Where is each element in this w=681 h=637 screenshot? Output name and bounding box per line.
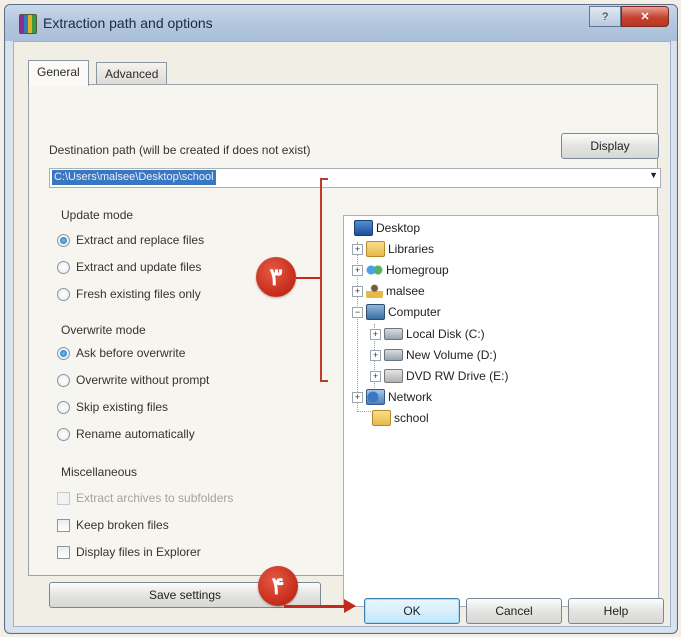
user-folder-icon [366, 284, 383, 298]
checkbox-label: Extract archives to subfolders [76, 491, 234, 505]
folder-icon [372, 410, 391, 426]
extraction-dialog: Extraction path and options ? ✕ General … [4, 4, 678, 634]
tree-node-label: malsee [386, 284, 425, 298]
network-icon [366, 389, 385, 405]
tree-node-label: school [394, 411, 429, 425]
radio-label: Skip existing files [76, 400, 169, 414]
radio-label: Overwrite without prompt [76, 373, 210, 387]
checkbox-icon[interactable] [57, 491, 70, 505]
expand-icon[interactable]: + [352, 264, 363, 276]
tree-node-dvd-drive-e[interactable]: + DVD RW Drive (E:) [370, 366, 508, 386]
checkbox-display-explorer[interactable]: Display files in Explorer [57, 542, 201, 562]
tree-node-label: Computer [388, 305, 441, 319]
expand-icon[interactable]: + [352, 391, 363, 403]
close-window-button[interactable]: ✕ [621, 6, 669, 27]
expand-icon[interactable]: + [370, 328, 381, 340]
checkbox-keep-broken[interactable]: Keep broken files [57, 515, 169, 535]
homegroup-icon [366, 263, 383, 277]
computer-icon [366, 304, 385, 320]
title-bar[interactable]: Extraction path and options ? ✕ [5, 5, 677, 41]
tree-node-local-disk-c[interactable]: + Local Disk (C:) [370, 324, 485, 344]
window-controls: ? ✕ [589, 6, 669, 27]
tree-node-label: DVD RW Drive (E:) [406, 369, 509, 383]
libraries-icon [366, 241, 385, 257]
annotation-bracket [320, 178, 328, 382]
tree-node-label: Local Disk (C:) [406, 327, 485, 341]
radio-icon[interactable] [57, 373, 70, 387]
radio-label: Rename automatically [76, 427, 195, 441]
tree-node-school[interactable]: school [372, 408, 429, 428]
checkbox-extract-subfolders[interactable]: Extract archives to subfolders [57, 488, 233, 508]
disk-icon [384, 328, 403, 340]
checkbox-label: Keep broken files [76, 518, 169, 532]
window-title: Extraction path and options [43, 15, 213, 31]
tree-node-label: Libraries [388, 242, 435, 256]
destination-path-combo[interactable]: C:\Users\malsee\Desktop\school ▼ [49, 168, 661, 188]
collapse-icon[interactable]: − [352, 306, 363, 318]
radio-extract-update[interactable]: Extract and update files [57, 257, 201, 277]
radio-rename-automatically[interactable]: Rename automatically [57, 424, 195, 444]
cancel-button[interactable]: Cancel [466, 598, 562, 624]
general-panel: Destination path (will be created if doe… [28, 84, 661, 608]
tree-node-label: Homegroup [386, 263, 449, 277]
radio-icon[interactable] [57, 427, 70, 441]
tree-node-label: Desktop [376, 221, 421, 235]
expand-icon[interactable]: + [370, 370, 381, 382]
callout-arrow-line [284, 605, 346, 608]
disk-icon [384, 349, 403, 361]
miscellaneous-label: Miscellaneous [61, 465, 138, 479]
expand-icon[interactable]: + [352, 243, 363, 255]
overwrite-mode-label: Overwrite mode [61, 323, 146, 337]
update-mode-label: Update mode [61, 208, 134, 222]
radio-label: Ask before overwrite [76, 346, 186, 360]
checkbox-icon[interactable] [57, 518, 70, 532]
expand-icon[interactable]: + [352, 285, 363, 297]
arrow-right-icon [344, 599, 356, 613]
radio-label: Extract and replace files [76, 233, 205, 247]
radio-fresh-existing[interactable]: Fresh existing files only [57, 284, 201, 304]
callout-badge-4: ۴ [258, 566, 298, 606]
ok-button[interactable]: OK [364, 598, 460, 624]
help-window-button[interactable]: ? [589, 6, 621, 27]
destination-path-value[interactable]: C:\Users\malsee\Desktop\school [52, 170, 216, 185]
tree-node-new-volume-d[interactable]: + New Volume (D:) [370, 345, 497, 365]
help-button[interactable]: Help [568, 598, 664, 624]
radio-extract-replace[interactable]: Extract and replace files [57, 230, 204, 250]
radio-overwrite-without-prompt[interactable]: Overwrite without prompt [57, 370, 209, 390]
radio-label: Fresh existing files only [76, 287, 201, 301]
callout-badge-3: ۳ [256, 257, 296, 297]
tree-node-homegroup[interactable]: + Homegroup [352, 260, 449, 280]
tree-node-computer[interactable]: − Computer [352, 302, 441, 322]
tree-line [357, 411, 371, 412]
callout-connector [296, 277, 320, 279]
radio-icon[interactable] [57, 400, 70, 414]
tab-advanced[interactable]: Advanced [96, 62, 168, 85]
tree-node-network[interactable]: + Network [352, 387, 432, 407]
radio-skip-existing[interactable]: Skip existing files [57, 397, 168, 417]
tree-node-desktop[interactable]: Desktop [354, 218, 420, 238]
dialog-client: General Advanced Destination path (will … [13, 41, 671, 627]
expand-icon[interactable]: + [370, 349, 381, 361]
checkbox-label: Display files in Explorer [76, 545, 201, 559]
dvd-icon [384, 369, 403, 383]
tab-general[interactable]: General [28, 60, 89, 86]
tree-node-label: Network [388, 390, 433, 404]
chevron-down-icon[interactable]: ▼ [649, 170, 658, 180]
radio-ask-before-overwrite[interactable]: Ask before overwrite [57, 343, 185, 363]
radio-selected-icon[interactable] [57, 346, 70, 360]
radio-icon[interactable] [57, 287, 70, 301]
radio-label: Extract and update files [76, 260, 202, 274]
checkbox-icon[interactable] [57, 545, 70, 559]
desktop-icon [354, 220, 373, 236]
destination-label: Destination path (will be created if doe… [49, 143, 311, 157]
display-button[interactable]: Display [561, 133, 659, 159]
tree-node-libraries[interactable]: + Libraries [352, 239, 434, 259]
folder-tree[interactable]: Desktop + Libraries + Homegroup + malsee [343, 215, 659, 607]
radio-icon[interactable] [57, 260, 70, 274]
winrar-app-icon [19, 14, 37, 34]
tree-node-malsee[interactable]: + malsee [352, 281, 425, 301]
tree-node-label: New Volume (D:) [406, 348, 497, 362]
radio-selected-icon[interactable] [57, 233, 70, 247]
